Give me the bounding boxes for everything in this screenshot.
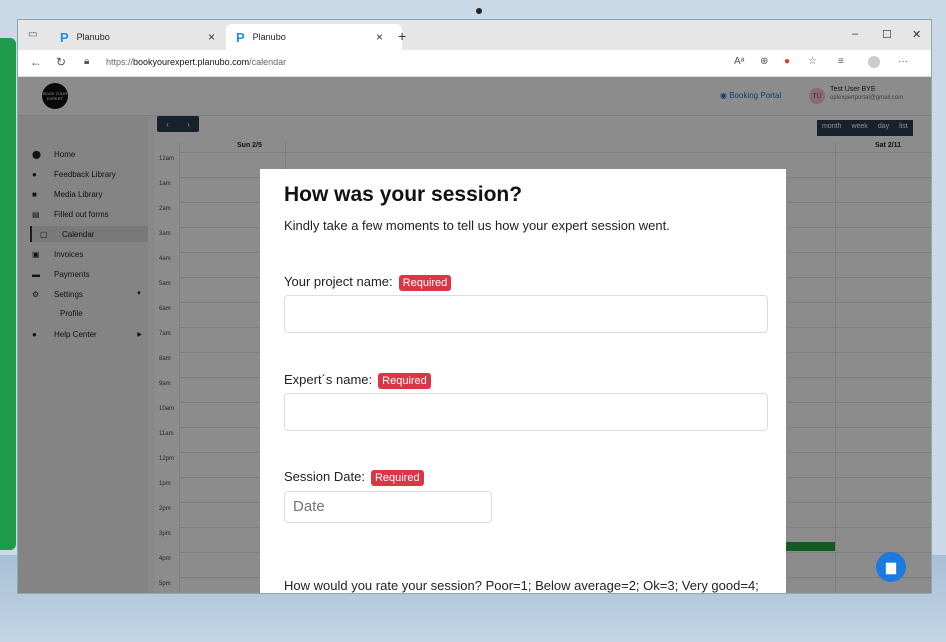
rating-question: How would you rate your session? Poor=1;… <box>284 569 762 593</box>
chat-bubble-icon: ▆ <box>886 559 896 574</box>
close-window-button[interactable]: ✕ <box>912 28 921 41</box>
maximize-button[interactable]: ☐ <box>882 28 892 41</box>
back-icon[interactable]: ← <box>30 55 42 69</box>
zoom-icon[interactable]: ⊕ <box>760 56 768 67</box>
app-area: BOOK YOUR EXPERT ◉ Booking Portal TU Tes… <box>18 77 931 593</box>
read-aloud-icon[interactable]: Aᵃ <box>734 56 744 67</box>
favorites-icon[interactable]: ☆ <box>808 56 817 67</box>
chat-launcher-button[interactable]: ▆ <box>876 552 906 582</box>
collections-icon[interactable]: ≡ <box>838 56 844 67</box>
modal-subtitle: Kindly take a few moments to tell us how… <box>284 218 670 233</box>
profile-icon[interactable] <box>868 56 880 68</box>
reload-icon[interactable]: ↻ <box>56 55 66 69</box>
lock-icon[interactable]: 🔒︎ <box>84 56 89 67</box>
camera-dot <box>476 8 482 14</box>
required-badge: Required <box>378 373 431 389</box>
browser-window: ▭ P Planubo × P Planubo × + – ☐ ✕ ← ↻ 🔒︎… <box>18 20 931 593</box>
required-badge: Required <box>398 275 452 291</box>
tab-actions-icon[interactable]: ▭ <box>28 29 37 40</box>
session-feedback-modal: How was your session? Kindly take a few … <box>260 169 786 593</box>
planubo-logo-icon: P <box>60 29 69 45</box>
tab-title: Planubo <box>252 32 286 42</box>
tab-planubo-1[interactable]: P Planubo × <box>50 24 226 50</box>
expert-name-label: Expert´s name: Required <box>284 372 431 389</box>
url-field[interactable]: https://bookyourexpert.planubo.com/calen… <box>106 57 286 67</box>
tab-bar: ▭ P Planubo × P Planubo × + – ☐ ✕ <box>18 20 931 50</box>
tab-close-icon[interactable]: × <box>376 30 383 44</box>
session-date-label: Session Date: Required <box>284 469 424 486</box>
project-name-input[interactable] <box>284 295 768 333</box>
expert-name-input[interactable] <box>284 393 768 431</box>
tab-planubo-2[interactable]: P Planubo × <box>226 24 402 50</box>
required-badge: Required <box>370 470 424 486</box>
address-bar: ← ↻ 🔒︎ https://bookyourexpert.planubo.co… <box>18 50 931 77</box>
side-decoration <box>0 38 16 550</box>
new-tab-button[interactable]: + <box>398 28 406 44</box>
more-icon[interactable]: ··· <box>898 56 908 67</box>
minimize-button[interactable]: – <box>852 28 858 40</box>
extension-icon[interactable]: ● <box>784 56 790 67</box>
modal-title: How was your session? <box>284 183 523 206</box>
session-date-input[interactable] <box>284 491 492 523</box>
tab-close-icon[interactable]: × <box>208 30 215 44</box>
tab-title: Planubo <box>76 32 110 42</box>
planubo-logo-icon: P <box>236 29 245 45</box>
project-name-label: Your project name: Required <box>284 274 452 291</box>
